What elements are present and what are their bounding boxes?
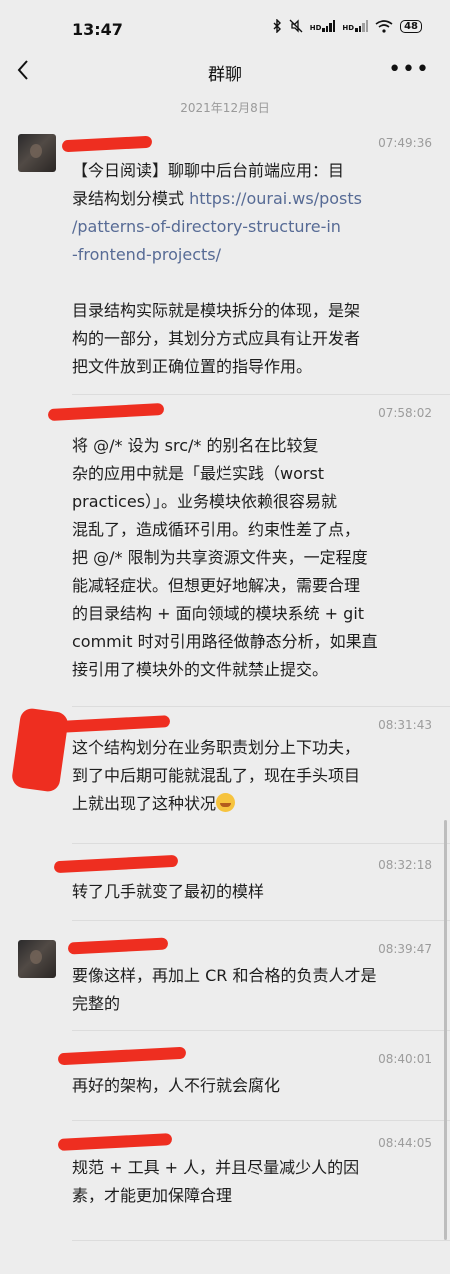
divider	[72, 1240, 450, 1241]
message-time: 08:32:18	[378, 858, 432, 872]
message-text: 规范 + 工具 + 人，并且尽量减少人的因 素，才能更加保障合理	[72, 1158, 360, 1205]
sender-name-redacted	[57, 1133, 173, 1151]
avatar[interactable]	[18, 134, 56, 172]
sender-name-redacted	[59, 715, 171, 733]
sender-name-redacted	[67, 937, 169, 955]
sender-name-redacted	[47, 402, 165, 422]
status-icons: HD HD 48	[273, 19, 422, 33]
sender-name-redacted	[53, 854, 179, 874]
status-time: 13:47	[72, 20, 123, 39]
signal-icon-1: HD	[310, 20, 336, 32]
avatar-redacted	[10, 707, 70, 793]
message-time: 08:44:05	[378, 1136, 432, 1150]
message-text: 这个结构划分在业务职责划分上下功夫， 到了中后期可能就混乱了，现在手头项目 上就…	[72, 738, 361, 813]
signal-icon-2: HD	[342, 20, 369, 32]
message-text: 转了几手就变了最初的模样	[72, 882, 265, 901]
message-text: 再好的架构，人不行就会腐化	[72, 1076, 281, 1095]
sender-name-redacted	[57, 1046, 187, 1066]
message-time: 08:31:43	[378, 718, 432, 732]
laugh-cry-emoji-icon	[216, 793, 236, 812]
date-separator: 2021年12月8日	[180, 101, 270, 115]
battery-icon: 48	[400, 19, 422, 33]
divider	[72, 706, 450, 707]
more-icon[interactable]: •••	[388, 57, 430, 82]
message-time: 08:40:01	[378, 1052, 432, 1066]
chat-title: 群聊	[208, 65, 242, 85]
scrollbar[interactable]	[444, 820, 447, 1240]
divider	[72, 920, 450, 921]
nav-bar: 群聊 •••	[0, 52, 450, 92]
message-time: 08:39:47	[378, 942, 432, 956]
status-bar: 13:47 HD HD 48	[0, 0, 450, 52]
avatar[interactable]	[18, 940, 56, 978]
divider	[72, 1120, 450, 1121]
message-time: 07:58:02	[378, 406, 432, 420]
message-time: 07:49:36	[378, 136, 432, 150]
divider	[72, 394, 450, 395]
divider	[72, 843, 450, 844]
divider	[72, 1030, 450, 1031]
sender-name-redacted	[61, 135, 153, 153]
wifi-icon	[375, 19, 393, 33]
message-text: 将 @/* 设为 src/* 的别名在比较复 杂的应用中就是「最烂实践（wors…	[72, 436, 378, 679]
bluetooth-icon	[273, 19, 281, 33]
message-text: 要像这样，再加上 CR 和合格的负责人才是 完整的	[72, 966, 377, 1013]
message-text: 【今日阅读】聊聊中后台前端应用：目 录结构划分模式 https://ourai.…	[72, 161, 362, 376]
mute-icon	[289, 19, 303, 33]
